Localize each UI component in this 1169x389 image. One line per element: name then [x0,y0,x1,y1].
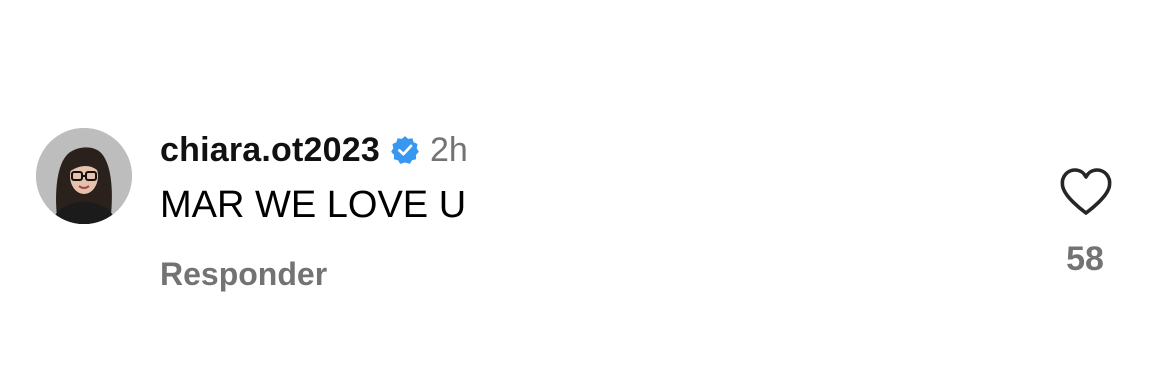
comment-header: chiara.ot2023 2h [160,128,468,172]
like-count: 58 [1066,240,1104,278]
avatar[interactable] [36,128,132,224]
timestamp: 2h [429,130,468,169]
comment-text: MAR WE LOVE U [160,184,467,226]
like-button[interactable] [1058,166,1114,218]
heart-outline-icon [1060,168,1112,215]
verified-badge-icon [391,136,419,164]
username[interactable]: chiara.ot2023 [160,131,380,170]
reply-button[interactable]: Responder [160,256,327,293]
comment-item: chiara.ot2023 2h MAR WE LOVE U Responder… [0,0,1169,389]
